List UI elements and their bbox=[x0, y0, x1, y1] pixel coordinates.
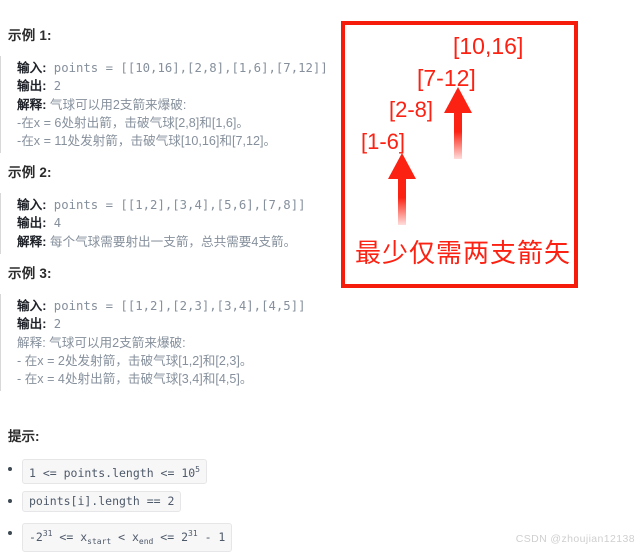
code-line-text: - 在x = 4处射出箭，击破气球[3,4]和[4,5]。 bbox=[17, 372, 253, 387]
hint-code-chip: -231 <= xstart < xend <= 231 - 1 bbox=[22, 523, 233, 552]
code-line: 解释: 每个气球需要射出一支箭，总共需要4支箭。 bbox=[17, 233, 306, 251]
code-line-text: points = [[1,2],[3,4],[5,6],[7,8]] bbox=[46, 198, 306, 212]
example-1-heading: 示例 1: bbox=[8, 28, 52, 43]
code-line-label: 解释: bbox=[17, 335, 46, 350]
annotation-label-range-4: [1-6] bbox=[361, 129, 406, 154]
code-line-text: 2 bbox=[46, 317, 62, 332]
code-line-label: 解释: bbox=[17, 234, 47, 249]
hint-item: 1 <= points.length <= 105 bbox=[0, 459, 232, 484]
code-line: 输出: 2 bbox=[17, 77, 328, 95]
code-line: 输出: 2 bbox=[17, 315, 306, 333]
code-line-label: 输出: bbox=[17, 317, 47, 332]
arrow-up-icon-right bbox=[444, 87, 472, 159]
code-line: 输入: points = [[1,2],[2,3],[3,4],[4,5]] bbox=[17, 297, 306, 315]
hint-code-chip: points[i].length == 2 bbox=[22, 491, 182, 512]
code-line-label: 输入: bbox=[17, 299, 47, 313]
hint-item: points[i].length == 2 bbox=[0, 491, 232, 512]
code-line-text: 气球可以用2支箭来爆破: bbox=[45, 335, 186, 350]
code-line: 解释: 气球可以用2支箭来爆破: bbox=[17, 96, 328, 114]
code-line-text: 气球可以用2支箭来爆破: bbox=[46, 97, 187, 112]
annotation-caption: 最少仅需两支箭矢 bbox=[355, 238, 572, 268]
example-3-heading: 示例 3: bbox=[8, 266, 52, 281]
code-line: 解释: 气球可以用2支箭来爆破: bbox=[17, 334, 306, 352]
annotation-red-box: [10,16] [7-12] [2-8] [1-6] 最少仅需两支箭矢 bbox=[341, 21, 578, 288]
arrow-up-icon-left bbox=[388, 153, 416, 225]
example-2-code: 输入: points = [[1,2],[3,4],[5,6],[7,8]] 输… bbox=[0, 193, 306, 254]
code-line-text: 每个气球需要射出一支箭，总共需要4支箭。 bbox=[46, 234, 297, 249]
code-line: 输入: points = [[1,2],[3,4],[5,6],[7,8]] bbox=[17, 196, 306, 214]
code-line-label: 输出: bbox=[17, 216, 47, 231]
code-line-text: -在x = 11处发射箭，击破气球[10,16]和[7,12]。 bbox=[17, 134, 277, 149]
code-line: 输入: points = [[10,16],[2,8],[1,6],[7,12]… bbox=[17, 59, 328, 77]
annotation-label-range-3: [2-8] bbox=[389, 97, 434, 122]
code-line-label: 输入: bbox=[17, 198, 47, 212]
code-line-text: points = [[1,2],[2,3],[3,4],[4,5]] bbox=[46, 299, 306, 313]
code-line-label: 输入: bbox=[17, 61, 47, 75]
code-line-text: 2 bbox=[46, 79, 62, 94]
code-line: - 在x = 4处射出箭，击破气球[3,4]和[4,5]。 bbox=[17, 370, 306, 388]
code-line: 输出: 4 bbox=[17, 214, 306, 232]
code-line-label: 解释: bbox=[17, 97, 47, 112]
annotation-label-range-1: [10,16] bbox=[453, 33, 524, 59]
watermark: CSDN @zhoujian12138 bbox=[515, 533, 635, 545]
code-line: - 在x = 2处发射箭，击破气球[1,2]和[2,3]。 bbox=[17, 352, 306, 370]
code-line-label: 输出: bbox=[17, 79, 47, 94]
hints-heading: 提示: bbox=[8, 429, 40, 444]
example-1-code: 输入: points = [[10,16],[2,8],[1,6],[7,12]… bbox=[0, 56, 328, 154]
code-line-text: - 在x = 2处发射箭，击破气球[1,2]和[2,3]。 bbox=[17, 353, 253, 368]
hints-block: 提示: 1 <= points.length <= 105 points[i].… bbox=[0, 425, 233, 552]
hints-list: 1 <= points.length <= 105 points[i].leng… bbox=[0, 459, 233, 552]
example-block-2: 示例 2: 输入: points = [[1,2],[3,4],[5,6],[7… bbox=[0, 161, 306, 254]
example-2-heading: 示例 2: bbox=[8, 165, 52, 180]
code-line: -在x = 6处射出箭，击破气球[2,8]和[1,6]。 bbox=[17, 114, 328, 132]
example-block-3: 示例 3: 输入: points = [[1,2],[2,3],[3,4],[4… bbox=[0, 262, 306, 392]
code-line-text: 4 bbox=[46, 216, 62, 231]
example-3-code: 输入: points = [[1,2],[2,3],[3,4],[4,5]] 输… bbox=[0, 294, 306, 392]
example-block-1: 示例 1: 输入: points = [[10,16],[2,8],[1,6],… bbox=[0, 24, 328, 154]
code-line-text: -在x = 6处射出箭，击破气球[2,8]和[1,6]。 bbox=[17, 115, 249, 130]
code-line-text: points = [[10,16],[2,8],[1,6],[7,12]] bbox=[46, 61, 328, 75]
hint-item: -231 <= xstart < xend <= 231 - 1 bbox=[0, 523, 233, 552]
code-line: -在x = 11处发射箭，击破气球[10,16]和[7,12]。 bbox=[17, 132, 328, 150]
hint-code-chip: 1 <= points.length <= 105 bbox=[22, 459, 207, 484]
